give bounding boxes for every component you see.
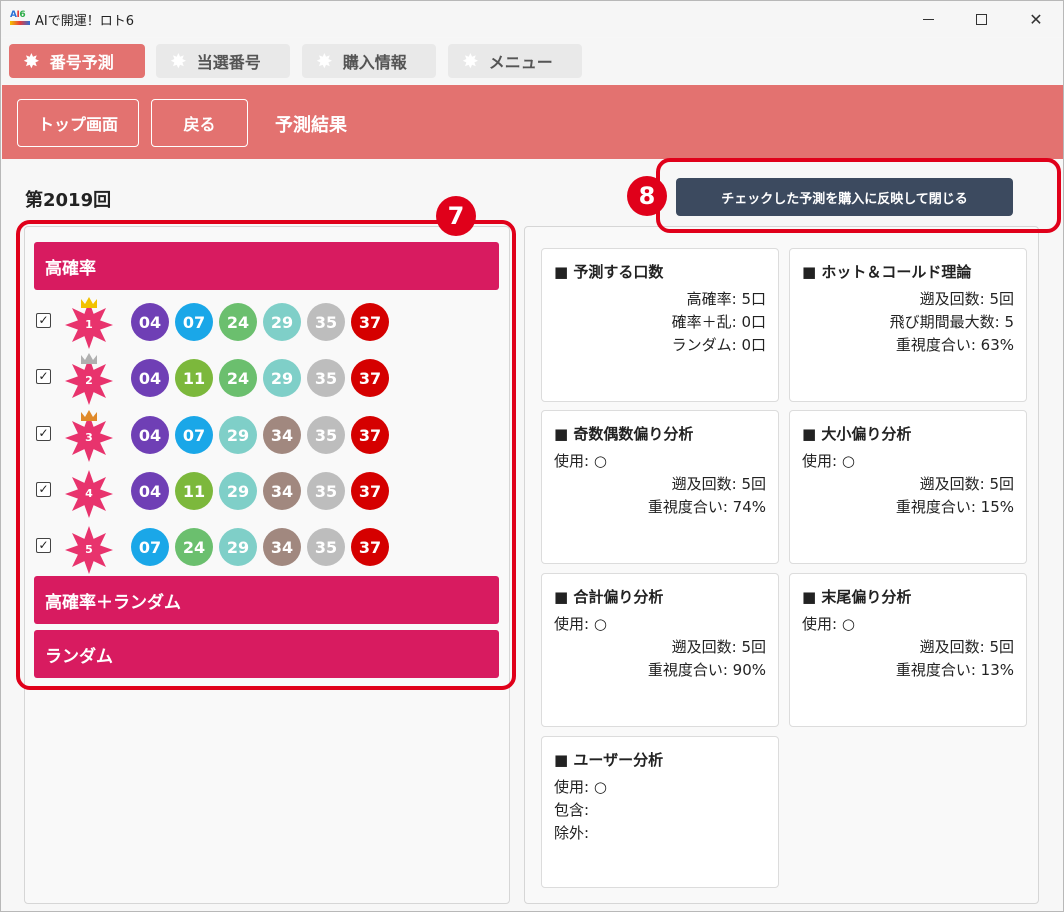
tab-prediction[interactable]: ✸ 番号予測	[9, 44, 145, 78]
callout-highlight-8	[656, 158, 1061, 233]
sparkle-icon: ✸	[23, 49, 40, 73]
card-sum: ■ 合計偏り分析 使用: ○ 遡及回数: 5回 重視度合い: 90%	[541, 573, 779, 727]
card-value: ランダム: 0口	[671, 336, 766, 354]
card-title: ■ 奇数偶数偏り分析	[554, 425, 694, 443]
card-value: 重視度合い: 63%	[895, 336, 1014, 354]
callout-number-7: 7	[436, 196, 476, 236]
card-value: 遡及回数: 5回	[919, 290, 1014, 308]
card-include: 包含:	[554, 801, 590, 819]
tab-menu[interactable]: ✸ メニュー	[448, 44, 582, 78]
tab-winning-numbers[interactable]: ✸ 当選番号	[156, 44, 290, 78]
card-value: 飛び期間最大数: 5	[889, 313, 1014, 331]
card-use: 使用: ○	[554, 452, 607, 470]
card-title: ■ ユーザー分析	[554, 751, 664, 769]
page-header: トップ画面 戻る 予測結果	[2, 85, 1063, 159]
close-button[interactable]: ✕	[1013, 1, 1059, 37]
card-value: 高確率: 5口	[686, 290, 766, 308]
top-screen-button[interactable]: トップ画面	[17, 99, 139, 147]
card-value: 重視度合い: 13%	[895, 661, 1014, 679]
card-value: 重視度合い: 15%	[895, 498, 1014, 516]
tab-label: 当選番号	[196, 53, 261, 72]
card-value: 遡及回数: 5回	[671, 638, 766, 656]
card-value: 遡及回数: 5回	[919, 475, 1014, 493]
tab-label: メニュー	[488, 53, 553, 72]
close-icon: ✕	[1029, 9, 1043, 29]
window-title: AIで開運！ロト6	[35, 14, 134, 29]
card-prediction-count: ■ 予測する口数 高確率: 5口 確率＋乱: 0口 ランダム: 0口	[541, 248, 779, 402]
tab-label: 購入情報	[342, 53, 407, 72]
card-title: ■ 合計偏り分析	[554, 588, 664, 606]
sparkle-icon: ✸	[170, 49, 187, 73]
card-title: ■ 予測する口数	[554, 263, 664, 281]
title-bar: AI6 AIで開運！ロト6 ✕	[1, 1, 1063, 37]
app-logo-icon: AI6	[10, 10, 30, 26]
card-title: ■ 末尾偏り分析	[802, 588, 912, 606]
page-title: 予測結果	[275, 115, 347, 136]
maximize-button[interactable]	[958, 1, 1004, 37]
back-button[interactable]: 戻る	[151, 99, 248, 147]
callout-highlight-7	[16, 220, 516, 690]
card-title: ■ 大小偏り分析	[802, 425, 912, 443]
card-value: 遡及回数: 5回	[671, 475, 766, 493]
round-label: 第2019回	[25, 190, 112, 211]
card-use: 使用: ○	[554, 615, 607, 633]
card-value: 重視度合い: 74%	[647, 498, 766, 516]
card-user-analysis: ■ ユーザー分析 使用: ○ 包含: 除外:	[541, 736, 779, 888]
card-use: 使用: ○	[802, 452, 855, 470]
callout-number-8: 8	[627, 176, 667, 216]
sparkle-icon: ✸	[316, 49, 333, 73]
card-big-small: ■ 大小偏り分析 使用: ○ 遡及回数: 5回 重視度合い: 15%	[789, 410, 1027, 564]
tab-purchase-info[interactable]: ✸ 購入情報	[302, 44, 436, 78]
tab-bar: ✸ 番号予測 ✸ 当選番号 ✸ 購入情報 ✸ メニュー	[1, 38, 1063, 84]
card-odd-even: ■ 奇数偶数偏り分析 使用: ○ 遡及回数: 5回 重視度合い: 74%	[541, 410, 779, 564]
minimize-button[interactable]	[905, 1, 951, 37]
card-value: 遡及回数: 5回	[919, 638, 1014, 656]
card-title: ■ ホット＆コールド理論	[802, 263, 972, 281]
tab-label: 番号予測	[49, 53, 114, 72]
sparkle-icon: ✸	[462, 49, 479, 73]
card-tail: ■ 末尾偏り分析 使用: ○ 遡及回数: 5回 重視度合い: 13%	[789, 573, 1027, 727]
maximize-icon	[975, 13, 987, 25]
card-exclude: 除外:	[554, 824, 590, 842]
card-use: 使用: ○	[554, 778, 607, 796]
card-value: 確率＋乱: 0口	[671, 313, 766, 331]
card-use: 使用: ○	[802, 615, 855, 633]
card-hot-cold: ■ ホット＆コールド理論 遡及回数: 5回 飛び期間最大数: 5 重視度合い: …	[789, 248, 1027, 402]
card-value: 重視度合い: 90%	[647, 661, 766, 679]
minimize-icon	[922, 18, 934, 20]
